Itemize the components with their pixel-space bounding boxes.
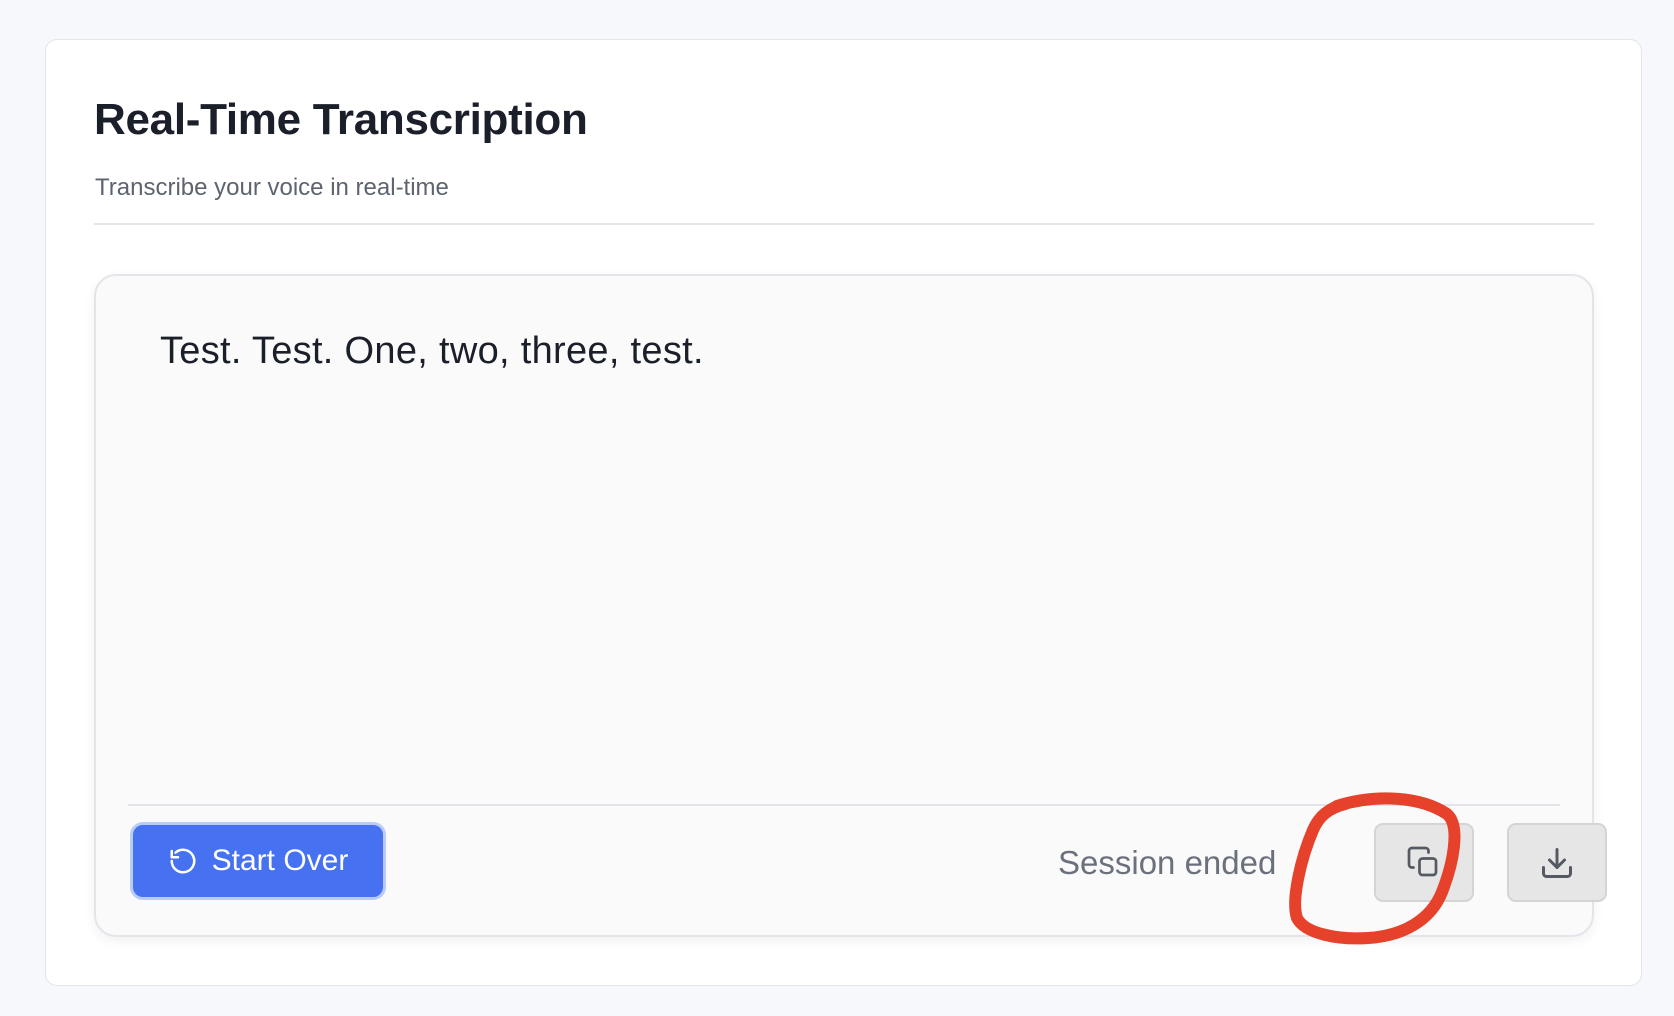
copy-button[interactable] [1374, 823, 1474, 902]
session-status: Session ended [1058, 844, 1277, 881]
transcript-panel: Test. Test. One, two, three, test. Start… [94, 274, 1607, 937]
download-icon [1539, 845, 1575, 881]
copy-icon [1406, 845, 1442, 881]
page-subtitle: Transcribe your voice in real-time [95, 174, 449, 201]
transcript-text: Test. Test. One, two, three, test. [160, 330, 704, 372]
download-button[interactable] [1507, 823, 1607, 902]
header-divider [94, 223, 1594, 225]
transcription-card: Real-Time Transcription Transcribe your … [45, 39, 1642, 986]
restart-icon [168, 846, 198, 876]
footer-divider [128, 804, 1560, 806]
start-over-button[interactable]: Start Over [130, 822, 386, 900]
start-over-label: Start Over [211, 844, 349, 877]
page-title: Real-Time Transcription [94, 95, 588, 144]
